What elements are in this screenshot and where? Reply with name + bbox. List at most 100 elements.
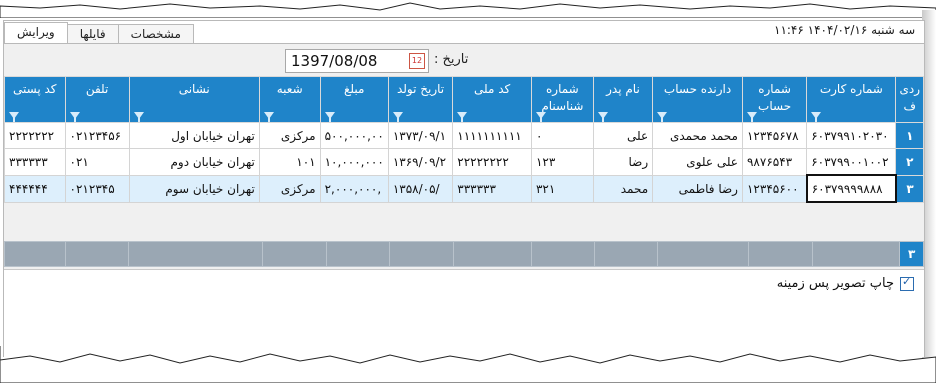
tab-properties[interactable]: مشخصات	[117, 24, 194, 43]
filter-icon[interactable]	[535, 112, 546, 122]
filter-icon[interactable]	[746, 112, 757, 122]
cell-branch[interactable]: ۱۰۱	[258, 148, 321, 176]
cell-account[interactable]: ۹۸۷۶۵۴۳	[741, 148, 808, 176]
filter-icon[interactable]	[392, 112, 403, 122]
filter-icon[interactable]	[457, 112, 468, 122]
calendar-icon[interactable]: 12	[409, 53, 425, 69]
cell-birthdate[interactable]: /۱۳۵۸/۰۵	[387, 174, 454, 203]
cell-father[interactable]: علی	[592, 122, 654, 149]
column-header-branch[interactable]: شعبه	[258, 76, 321, 123]
cell-card[interactable]: ۶۰۳۷۹۹۰۰۱۰۰۲	[806, 148, 897, 176]
column-header-label: شماره شناسنام	[541, 82, 584, 113]
cell-holder[interactable]: رضا فاطمی	[652, 174, 743, 203]
column-header-label: تاریخ تولد	[396, 82, 445, 96]
cell-branch[interactable]: مرکزی	[258, 174, 321, 203]
filter-icon[interactable]	[324, 112, 335, 122]
column-header-label: کد پستی	[13, 82, 57, 96]
footer-cell	[64, 241, 129, 267]
cell-postal[interactable]: ۲۲۲۲۲۲۲	[4, 122, 66, 149]
cell-idno[interactable]: ۳۲۱	[530, 174, 594, 203]
column-header-holder[interactable]: دارنده حساب	[652, 76, 743, 123]
filter-icon[interactable]	[597, 112, 608, 122]
cell-national-id[interactable]: ۲۲۲۲۲۲۲۲	[452, 148, 532, 176]
options-panel: چاپ تصویر پس زمینه	[4, 269, 924, 357]
cell-phone[interactable]: ۰۲۱۲۳۴۵۶	[64, 122, 130, 149]
row-number[interactable]: ۳	[895, 174, 924, 203]
filter-icon[interactable]	[263, 112, 274, 122]
cell-holder[interactable]: محمد محمدی	[652, 122, 743, 149]
filter-icon[interactable]	[9, 112, 19, 122]
footer-table: ۳	[4, 241, 924, 267]
column-header-father[interactable]: نام پدر	[592, 76, 654, 123]
grid-empty-area	[4, 203, 924, 241]
filter-icon[interactable]	[811, 112, 822, 122]
cell-idno[interactable]: ۱۲۳	[530, 148, 594, 176]
table-row[interactable]: ۱ ۶۰۳۷۹۹۱۰۲۰۳۰ ۱۲۳۴۵۶۷۸ محمد محمدی علی ۰…	[4, 122, 924, 149]
footer-cell	[4, 241, 66, 267]
column-header-national-id[interactable]: کد ملی	[452, 76, 532, 123]
torn-top-edge	[0, 2, 936, 18]
column-header-idno[interactable]: شماره شناسنام	[530, 76, 594, 123]
cell-phone[interactable]: ۰۲۱۲۳۴۵	[64, 174, 130, 203]
column-header-postal[interactable]: کد پستی	[4, 76, 66, 123]
print-background-label[interactable]: چاپ تصویر پس زمینه	[777, 276, 894, 291]
column-header-birthdate[interactable]: تاریخ تولد	[387, 76, 454, 123]
cell-amount[interactable]: ۱۰,۰۰۰,۰۰۰	[319, 148, 389, 176]
footer-row: ۳	[4, 241, 924, 267]
cell-branch[interactable]: مرکزی	[258, 122, 321, 149]
column-header-label: شماره کارت	[819, 82, 883, 96]
cell-address[interactable]: تهران خیابان اول	[128, 122, 260, 149]
footer-cell	[811, 241, 901, 267]
top-bar: ویرایش فایلها مشخصات سه شنبه ۱۴۰۴/۰۲/۱۶ …	[4, 21, 924, 43]
tab-edit[interactable]: ویرایش	[4, 22, 68, 43]
cell-holder[interactable]: علی علوی	[652, 148, 743, 176]
cell-card[interactable]: ۶۰۳۷۹۹۱۰۲۰۳۰	[806, 122, 897, 149]
grid-table: ردی ف شماره کارت شماره حساب دارنده حساب …	[4, 76, 924, 203]
cell-idno[interactable]: ۰	[530, 122, 594, 149]
column-header-phone[interactable]: تلفن	[64, 76, 130, 123]
cell-address[interactable]: تهران خیابان دوم	[128, 148, 260, 176]
cell-amount[interactable]: ۵۰۰,۰۰۰,۰۰	[319, 122, 389, 149]
column-header-amount[interactable]: مبلغ	[319, 76, 389, 123]
cell-postal[interactable]: ۴۴۴۴۴۴	[4, 174, 66, 203]
column-header-rownum[interactable]: ردی ف	[895, 76, 924, 123]
footer-cell	[325, 241, 391, 267]
filter-icon[interactable]	[69, 112, 80, 122]
cell-phone[interactable]: ۰۲۱	[64, 148, 130, 176]
cell-birthdate[interactable]: ۱۳۷۳/۰۹/۱	[387, 122, 454, 149]
column-header-account[interactable]: شماره حساب	[741, 76, 808, 123]
column-header-address[interactable]: نشانی	[128, 76, 260, 123]
date-value: 1397/08/08	[291, 52, 378, 70]
cell-address[interactable]: تهران خیابان سوم	[128, 174, 260, 203]
tab-files[interactable]: فایلها	[66, 24, 119, 43]
filter-icon[interactable]	[657, 112, 668, 122]
table-row[interactable]: ۲ ۶۰۳۷۹۹۰۰۱۰۰۲ ۹۸۷۶۵۴۳ علی علوی رضا ۱۲۳ …	[4, 148, 924, 176]
cell-postal[interactable]: ۳۳۳۳۳۳	[4, 148, 66, 176]
tab-divider	[4, 43, 924, 44]
grid-footer: ۳	[4, 241, 924, 267]
table-row-selected[interactable]: ۳ ۶۰۳۷۹۹۹۹۸۸۸ ۱۲۳۴۵۶۰۰ رضا فاطمی محمد ۳۲…	[4, 174, 924, 203]
column-header-label: مبلغ	[344, 82, 365, 96]
footer-cell	[262, 241, 327, 267]
print-background-checkbox[interactable]	[900, 275, 914, 291]
filter-icon[interactable]	[133, 112, 144, 122]
column-header-label: نشانی	[178, 82, 210, 96]
row-number[interactable]: ۱	[895, 122, 924, 149]
cell-account[interactable]: ۱۲۳۴۵۶۷۸	[741, 122, 808, 149]
cell-amount[interactable]: ,۲,۰۰۰,۰۰۰	[319, 174, 389, 203]
footer-cell	[127, 241, 264, 267]
cell-national-id[interactable]: ۳۳۳۳۳۳	[452, 174, 532, 203]
cell-account[interactable]: ۱۲۳۴۵۶۰۰	[741, 174, 808, 203]
column-header-card[interactable]: شماره کارت	[806, 76, 897, 123]
cell-national-id[interactable]: ۱۱۱۱۱۱۱۱۱۱	[452, 122, 532, 149]
cell-father[interactable]: رضا	[592, 148, 654, 176]
grid-header-row: ردی ف شماره کارت شماره حساب دارنده حساب …	[4, 76, 924, 123]
date-input[interactable]: 1397/08/08 12	[285, 49, 429, 73]
torn-bottom-edge	[0, 346, 936, 383]
cell-father[interactable]: محمد	[592, 174, 654, 203]
cell-birthdate[interactable]: ۱۳۶۹/۰۹/۲	[387, 148, 454, 176]
row-number[interactable]: ۲	[895, 148, 924, 176]
cell-card-focused[interactable]: ۶۰۳۷۹۹۹۹۸۸۸	[805, 174, 897, 203]
column-header-label: شعبه	[276, 82, 303, 96]
footer-cell	[389, 241, 454, 267]
